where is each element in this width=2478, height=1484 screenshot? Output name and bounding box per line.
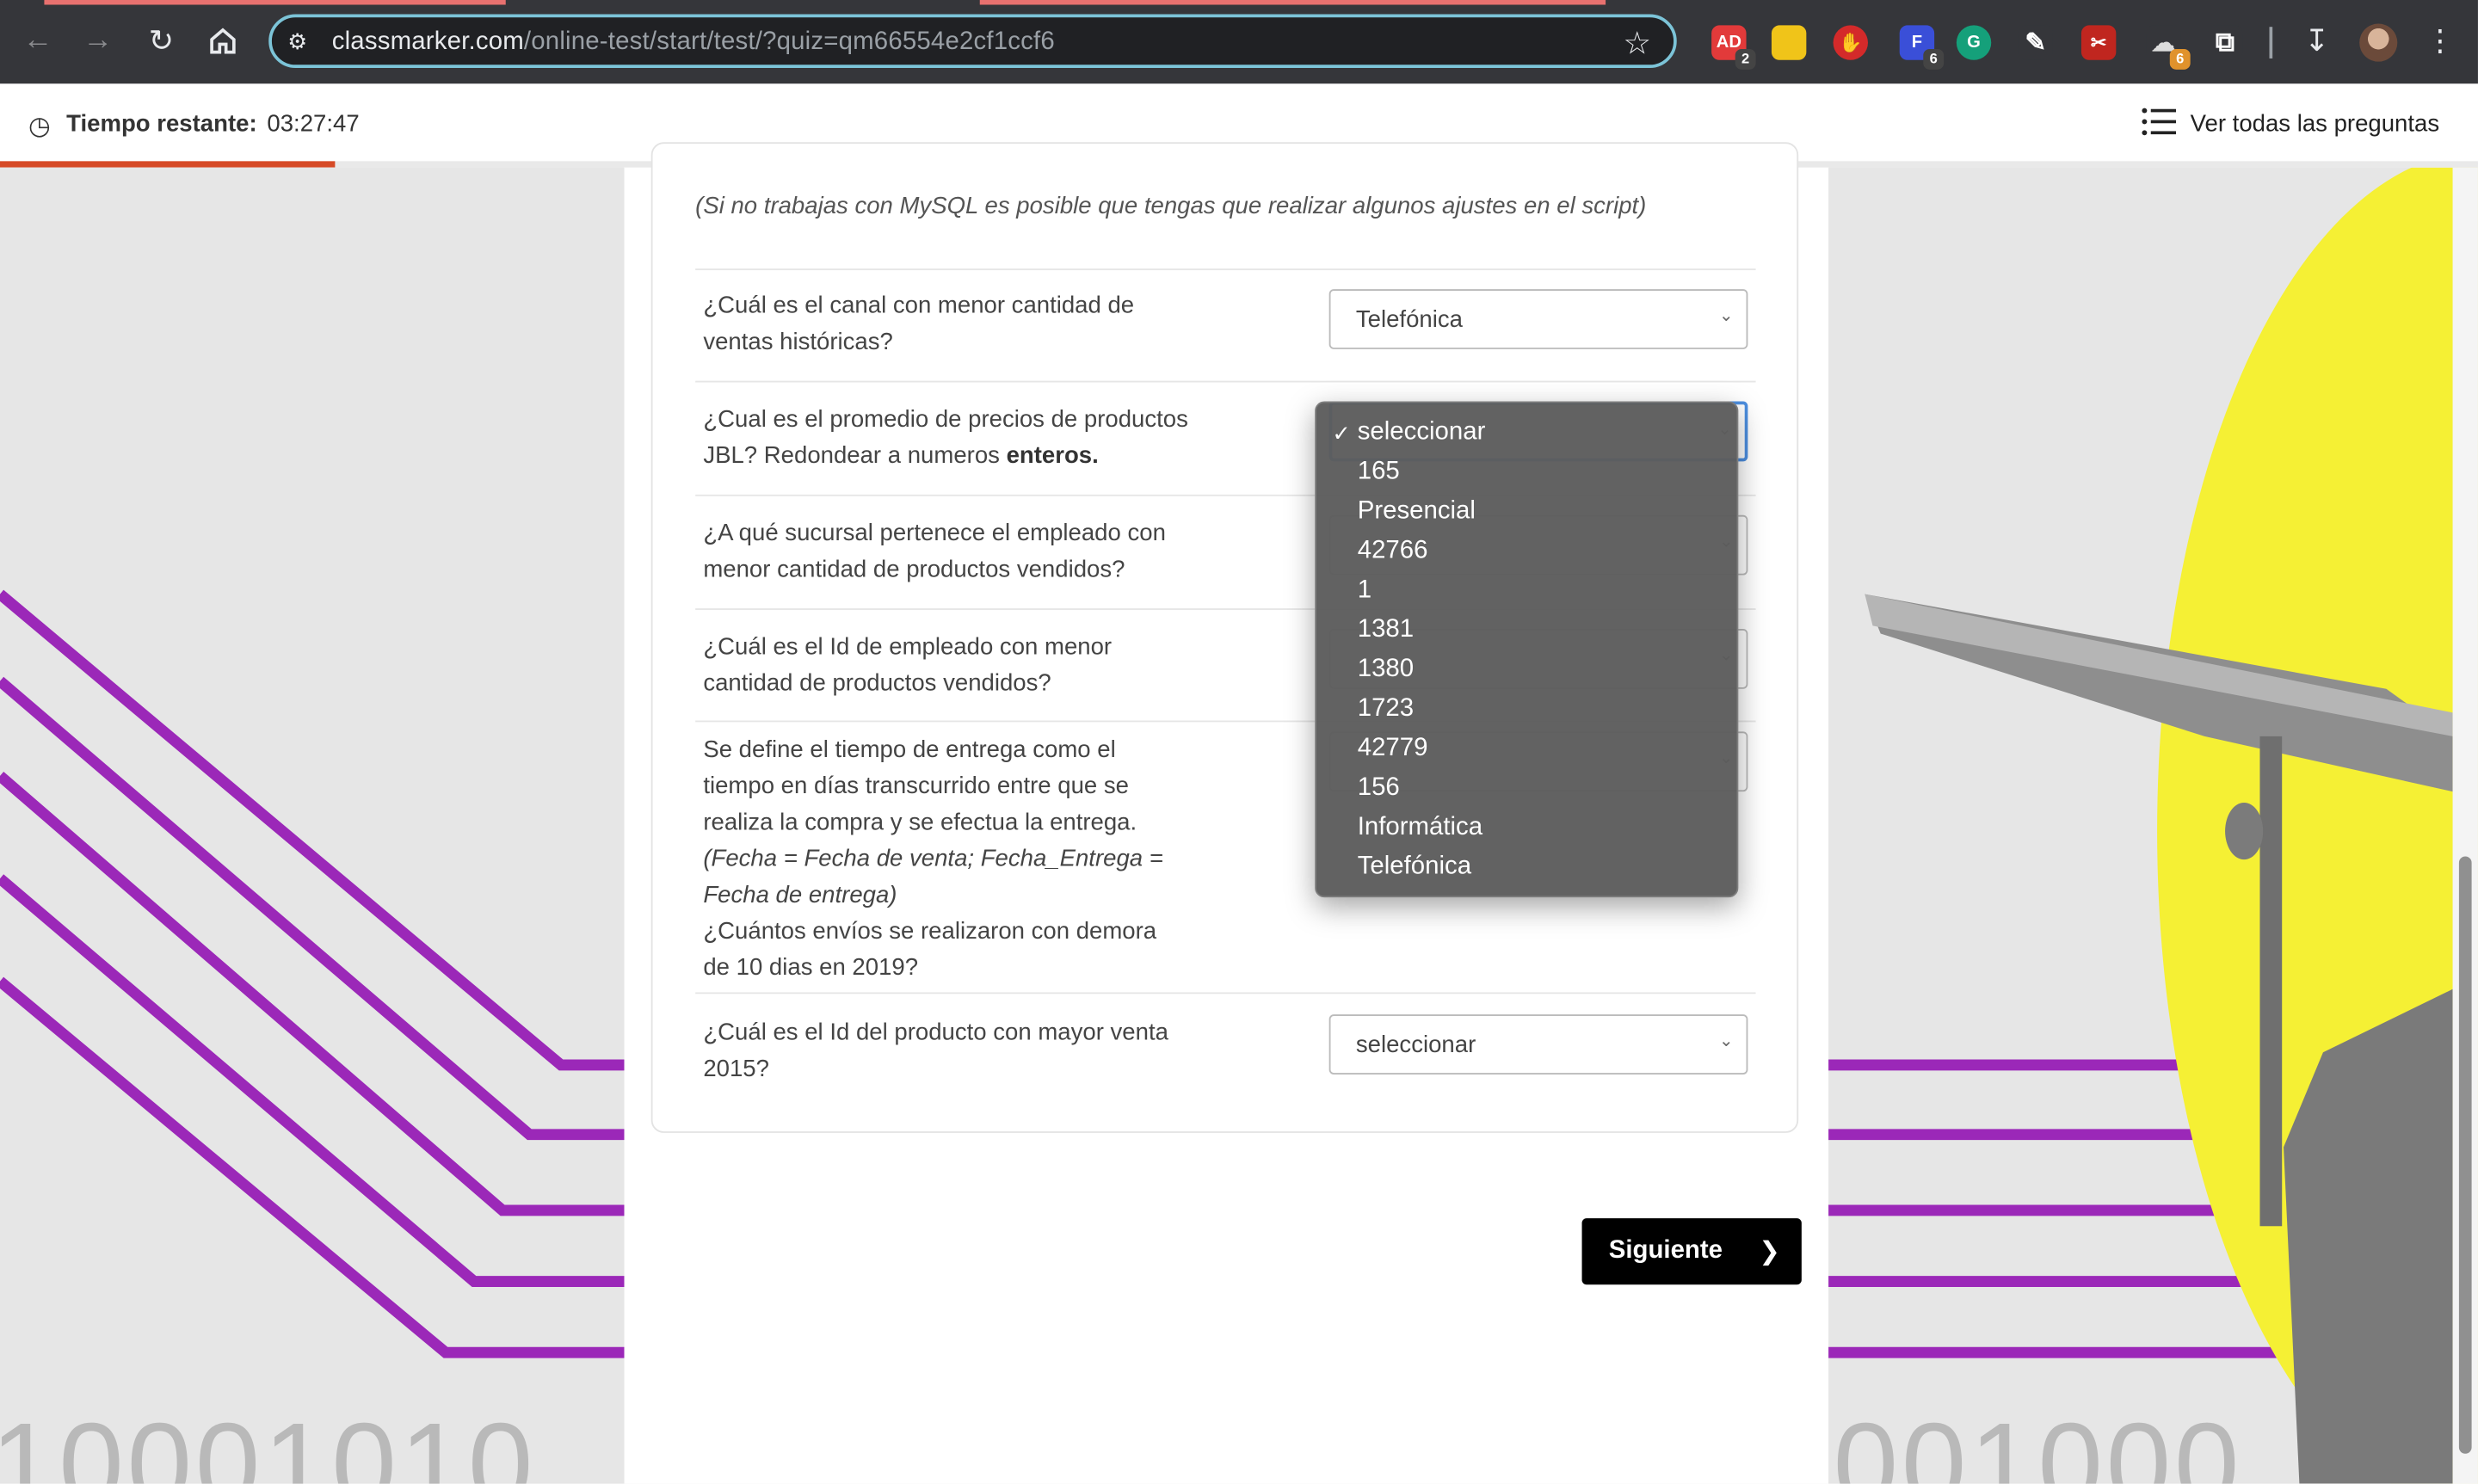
reload-icon[interactable]: ↻ bbox=[139, 19, 183, 63]
bird-extension-icon[interactable]: ☁ 6 bbox=[2146, 25, 2191, 70]
tab-indicator bbox=[44, 0, 506, 5]
dropdown-option[interactable]: Presencial bbox=[1358, 498, 1476, 526]
notes-extension-icon[interactable] bbox=[1771, 25, 1807, 60]
dropdown-option[interactable]: 1380 bbox=[1358, 656, 1414, 684]
dropdown-option[interactable]: 1 bbox=[1358, 576, 1372, 605]
back-icon[interactable]: ← bbox=[15, 19, 59, 63]
question-3: ¿A qué sucursal pertenece el empleado co… bbox=[703, 520, 1166, 583]
question-5: Se define el tiempo de entrega como el t… bbox=[703, 736, 1163, 982]
scrollbar-thumb[interactable] bbox=[2458, 856, 2472, 1454]
clock-icon: ◷ bbox=[28, 114, 51, 141]
adblock-extension-badge: 2 bbox=[1735, 48, 1756, 70]
address-bar[interactable]: ⚙ classmarker.com/online-test/start/test… bbox=[268, 14, 1677, 68]
figma-extension-badge: 6 bbox=[1923, 48, 1945, 70]
forward-icon[interactable]: → bbox=[76, 19, 120, 63]
dropdown-option[interactable]: 42779 bbox=[1358, 735, 1428, 763]
see-all-questions-link[interactable]: Ver todas las preguntas bbox=[2191, 111, 2439, 138]
progress-bar bbox=[0, 161, 335, 168]
question-1: ¿Cuál es el canal con menor cantidad de v… bbox=[703, 292, 1135, 356]
question-4: ¿Cuál es el Id de empleado con menor cant… bbox=[703, 633, 1113, 697]
dropdown-option[interactable]: 156 bbox=[1358, 774, 1400, 803]
tab-indicator bbox=[979, 0, 1606, 5]
question-2: ¿Cual es el promedio de precios de produ… bbox=[703, 406, 1188, 470]
home-icon[interactable] bbox=[200, 19, 244, 63]
figma-extension-icon[interactable]: F6 bbox=[1899, 25, 1945, 70]
chevron-down-icon: ⌄ bbox=[1718, 306, 1734, 326]
next-button[interactable]: Siguiente ❯ bbox=[1581, 1218, 1802, 1285]
answer-select-1[interactable]: Telefónica ⌄ bbox=[1328, 289, 1748, 349]
profile-avatar[interactable] bbox=[2359, 23, 2398, 62]
dropdown-option[interactable]: 42766 bbox=[1358, 537, 1428, 565]
dropdown-option[interactable]: Telefónica bbox=[1358, 853, 1471, 882]
pdf-extension-icon[interactable]: ✂ bbox=[2080, 25, 2117, 60]
next-button-label: Siguiente bbox=[1608, 1237, 1723, 1265]
select-dropdown-menu: ✓ seleccionar 165 Presencial 42766 1 1381 1380 1… bbox=[1315, 401, 1739, 898]
download-icon[interactable]: ↧ bbox=[2295, 19, 2339, 63]
timer-label: Tiempo restante: bbox=[66, 110, 257, 138]
hand-extension-icon[interactable]: ✋ bbox=[1833, 25, 1868, 60]
eyedropper-extension-icon[interactable]: ✎ bbox=[2018, 25, 2053, 60]
dropdown-option[interactable]: seleccionar bbox=[1358, 419, 1486, 447]
browser-toolbar: ← → ↻ ⚙ classmarker.com/online-test/star… bbox=[0, 0, 2478, 84]
row-divider bbox=[695, 268, 1756, 271]
dropdown-option[interactable]: 1381 bbox=[1358, 616, 1414, 644]
question-list-icon[interactable] bbox=[2142, 106, 2177, 138]
answer-select-6[interactable]: seleccionar ⌄ bbox=[1328, 1014, 1748, 1075]
adblock-extension-icon[interactable]: AD 2 bbox=[1711, 25, 1756, 70]
grammarly-extension-icon[interactable]: G bbox=[1956, 25, 1992, 60]
script-note: (Si no trabajas con MySQL es posible que… bbox=[695, 193, 1647, 220]
binary-text-right: 001000 bbox=[1833, 1398, 2243, 1484]
puzzle-extension-icon[interactable]: ⧉ bbox=[2207, 25, 2243, 60]
row-divider bbox=[695, 380, 1756, 383]
binary-text-left: 10001010 bbox=[0, 1398, 537, 1484]
dropdown-option[interactable]: Informática bbox=[1358, 814, 1482, 842]
bird-extension-badge: 6 bbox=[2169, 48, 2191, 70]
more-menu-icon[interactable]: ⋮ bbox=[2418, 19, 2462, 63]
dropdown-option[interactable]: 1723 bbox=[1358, 695, 1414, 724]
timer-value: 03:27:47 bbox=[267, 110, 360, 138]
dropdown-option[interactable]: 165 bbox=[1358, 459, 1400, 487]
row-divider bbox=[695, 992, 1756, 994]
bookmark-star-icon[interactable]: ☆ bbox=[1623, 24, 1651, 64]
checkmark-icon: ✓ bbox=[1332, 420, 1351, 446]
toolbar-separator bbox=[2269, 27, 2273, 58]
question-6: ¿Cuál es el Id del producto con mayor ve… bbox=[703, 1019, 1168, 1083]
site-settings-icon[interactable]: ⚙ bbox=[287, 28, 307, 55]
chevron-right-icon: ❯ bbox=[1759, 1238, 1780, 1266]
url-text[interactable]: classmarker.com/online-test/start/test/?… bbox=[332, 28, 1055, 57]
chevron-down-icon: ⌄ bbox=[1718, 1031, 1734, 1051]
